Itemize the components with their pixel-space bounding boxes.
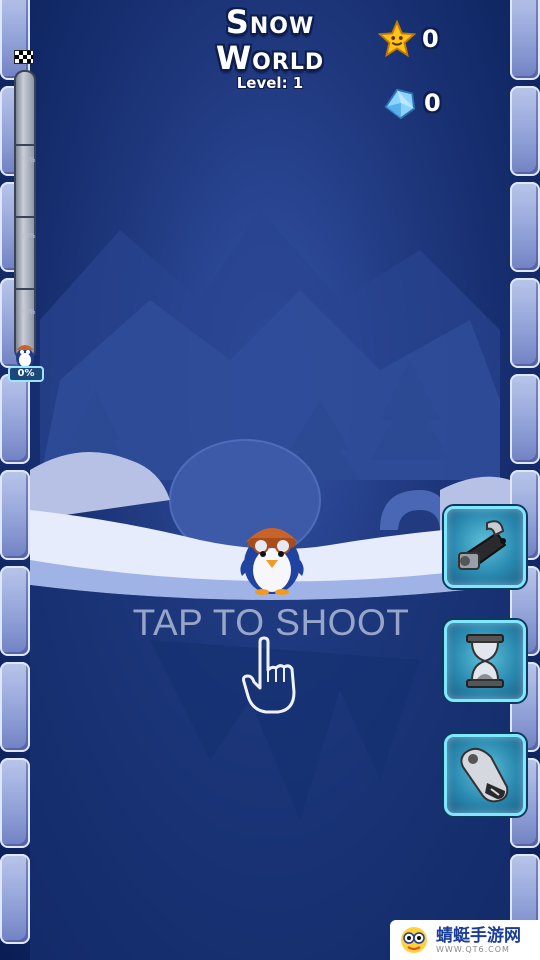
star-icon xyxy=(378,20,416,58)
ice-block xyxy=(0,758,30,848)
ice-block xyxy=(0,374,30,464)
cannon-icon xyxy=(458,520,507,570)
progress-tick xyxy=(16,288,34,290)
dragonfly-logo-icon xyxy=(401,927,427,953)
ice-block xyxy=(0,854,30,944)
progress-tick-label: 50% xyxy=(20,232,36,240)
hourglass-icon xyxy=(466,634,504,688)
gem-count: 0 xyxy=(424,89,441,117)
rocket-icon xyxy=(460,747,509,803)
title-line-2: World xyxy=(215,39,325,77)
progress-tick xyxy=(16,216,34,218)
finish-flag-icon xyxy=(14,50,34,64)
game-title: Snow World xyxy=(190,4,350,76)
site-watermark: 蜻蜓手游网 WWW.QT6.COM xyxy=(390,920,540,960)
penguin-marker-icon xyxy=(16,345,34,368)
tap-hand-icon xyxy=(242,636,296,714)
powerup-cannon-button[interactable] xyxy=(444,506,526,588)
title-line-1: Snow xyxy=(225,3,315,41)
ice-block xyxy=(0,0,30,80)
ice-block xyxy=(0,662,30,752)
diamond-icon xyxy=(384,88,416,120)
progress-percent-badge: 0% xyxy=(8,366,44,382)
progress-tick xyxy=(16,144,34,146)
ice-block xyxy=(510,0,540,80)
ice-block xyxy=(510,182,540,272)
level-label: Level: 1 xyxy=(236,74,304,92)
progress-tick-label: 75% xyxy=(20,156,36,164)
gem-counter: 0 xyxy=(380,84,441,122)
ice-block xyxy=(510,86,540,176)
progress-tick-label: 25% xyxy=(20,308,36,316)
progress-bar: 75% 50% 25% xyxy=(14,70,36,360)
star-count: 0 xyxy=(422,25,439,53)
powerup-hourglass-button[interactable] xyxy=(444,620,526,702)
powerup-rocket-button[interactable] xyxy=(444,734,526,816)
game-scene[interactable]: Snow World Level: 1 0 0 75% 50% 25% 0% T… xyxy=(0,0,540,960)
penguin-player[interactable] xyxy=(234,516,310,596)
watermark-url: WWW.QT6.COM xyxy=(436,945,510,954)
ice-block xyxy=(510,278,540,368)
watermark-text: 蜻蜓手游网 xyxy=(436,926,521,946)
ice-block xyxy=(0,470,30,560)
ice-block xyxy=(0,566,30,656)
ice-block xyxy=(510,374,540,464)
star-counter: 0 xyxy=(378,20,439,58)
